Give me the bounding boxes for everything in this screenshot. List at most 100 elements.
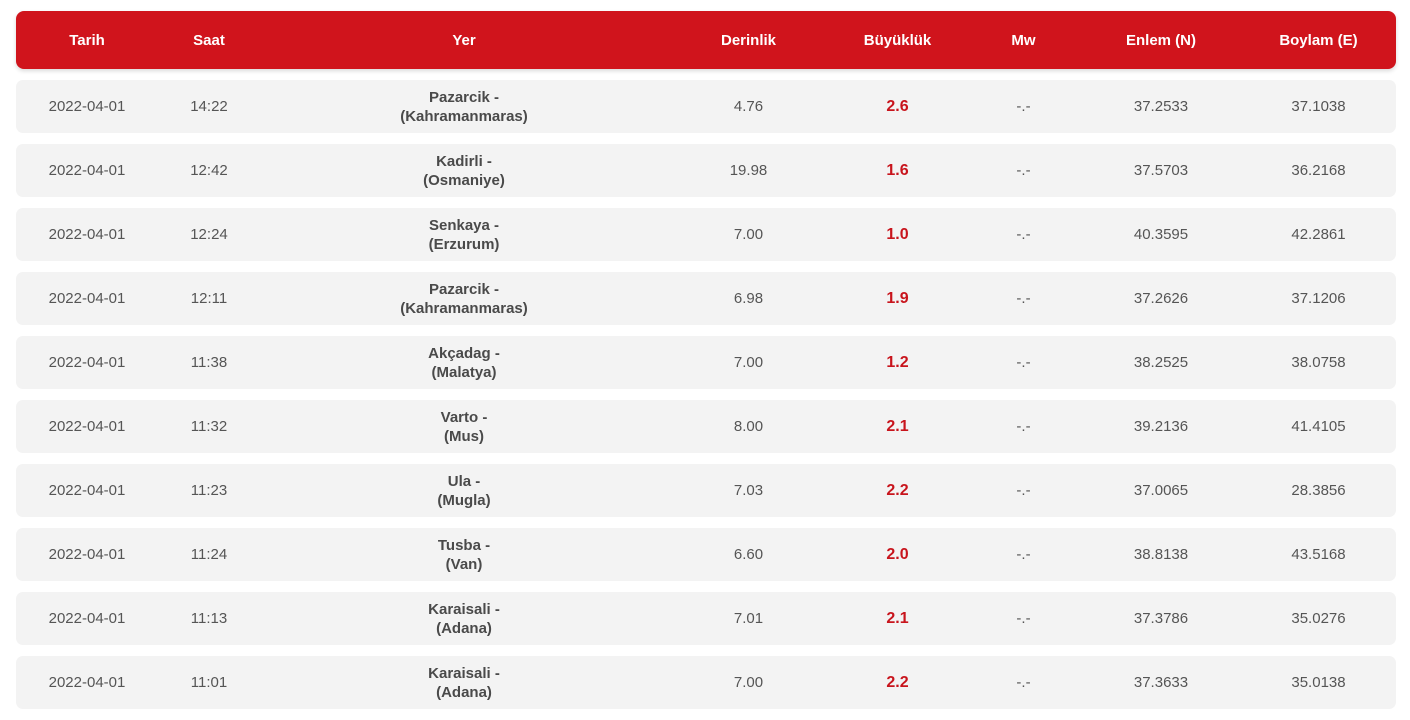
- depth-cell: 8.00: [733, 418, 764, 435]
- longitude-cell: 36.2168: [1291, 162, 1346, 179]
- place-district: Pazarcik -: [428, 88, 500, 106]
- time-cell: 12:24: [190, 226, 228, 243]
- mw-cell: -.-: [1016, 674, 1031, 691]
- depth-cell: 7.03: [733, 482, 764, 499]
- place-province: (Mugla): [437, 491, 491, 509]
- place-cell: Senkaya - (Erzurum): [260, 216, 668, 254]
- depth-cell: 4.76: [733, 98, 764, 115]
- longitude-cell: 35.0138: [1291, 674, 1346, 691]
- longitude-cell: 41.4105: [1291, 418, 1346, 435]
- time-cell: 12:11: [190, 290, 228, 307]
- place-province: (Mus): [444, 427, 484, 445]
- latitude-cell: 37.2626: [1133, 290, 1189, 307]
- table-row[interactable]: 2022-04-01 12:24 Senkaya - (Erzurum) 7.00 1.0…: [16, 208, 1396, 261]
- header-mw[interactable]: Mw: [966, 32, 1081, 49]
- date-cell: 2022-04-01: [48, 418, 126, 435]
- table-row[interactable]: 2022-04-01 12:11 Pazarcik - (Kahramanmaras)…: [16, 272, 1396, 325]
- place-province: (Malatya): [431, 363, 497, 381]
- place-province: (Van): [445, 555, 483, 573]
- time-cell: 11:01: [190, 674, 228, 691]
- place-cell: Karaisali - (Adana): [260, 600, 668, 638]
- longitude-cell: 42.2861: [1291, 226, 1346, 243]
- table-row[interactable]: 2022-04-01 11:13 Karaisali - (Adana) 7.01 2.1…: [16, 592, 1396, 645]
- header-latitude[interactable]: Enlem (N): [1081, 32, 1241, 49]
- time-cell: 12:42: [190, 162, 228, 179]
- longitude-cell: 37.1206: [1291, 290, 1346, 307]
- depth-cell: 6.60: [733, 546, 764, 563]
- table-row[interactable]: 2022-04-01 11:23 Ula - (Mugla) 7.03 2.2 -.- 37.…: [16, 464, 1396, 517]
- latitude-cell: 39.2136: [1133, 418, 1189, 435]
- place-district: Akçadag -: [428, 344, 500, 362]
- date-cell: 2022-04-01: [48, 290, 126, 307]
- mw-cell: -.-: [1016, 354, 1031, 371]
- latitude-cell: 38.8138: [1133, 546, 1189, 563]
- latitude-cell: 38.2525: [1133, 354, 1189, 371]
- depth-cell: 19.98: [729, 162, 768, 179]
- place-cell: Akçadag - (Malatya): [260, 344, 668, 382]
- mw-cell: -.-: [1016, 290, 1031, 307]
- place-province: (Adana): [436, 683, 492, 701]
- magnitude-cell: 2.6: [886, 97, 909, 115]
- depth-cell: 6.98: [733, 290, 764, 307]
- latitude-cell: 37.2533: [1133, 98, 1189, 115]
- date-cell: 2022-04-01: [48, 546, 126, 563]
- place-cell: Pazarcik - (Kahramanmaras): [260, 280, 668, 318]
- depth-cell: 7.00: [733, 674, 764, 691]
- table-header: Tarih Saat Yer Derinlik Büyüklük Mw Enle…: [16, 11, 1396, 69]
- table-row[interactable]: 2022-04-01 11:01 Karaisali - (Adana) 7.00 2.2…: [16, 656, 1396, 709]
- latitude-cell: 37.3633: [1133, 674, 1189, 691]
- time-cell: 11:38: [190, 354, 228, 371]
- place-district: Varto -: [440, 408, 488, 426]
- place-province: (Erzurum): [428, 235, 500, 253]
- header-place[interactable]: Yer: [260, 32, 668, 49]
- place-cell: Varto - (Mus): [260, 408, 668, 446]
- magnitude-cell: 2.2: [886, 481, 909, 499]
- date-cell: 2022-04-01: [48, 674, 126, 691]
- header-depth[interactable]: Derinlik: [668, 32, 829, 49]
- date-cell: 2022-04-01: [48, 226, 126, 243]
- depth-cell: 7.00: [733, 226, 764, 243]
- latitude-cell: 37.3786: [1133, 610, 1189, 627]
- time-cell: 11:32: [190, 418, 228, 435]
- time-cell: 11:13: [190, 610, 228, 627]
- magnitude-cell: 1.9: [886, 289, 909, 307]
- place-district: Karaisali -: [428, 600, 500, 618]
- place-district: Senkaya -: [428, 216, 500, 234]
- table-row[interactable]: 2022-04-01 11:38 Akçadag - (Malatya) 7.00 1.2…: [16, 336, 1396, 389]
- table-row[interactable]: 2022-04-01 14:22 Pazarcik - (Kahramanmaras)…: [16, 80, 1396, 133]
- table-row[interactable]: 2022-04-01 11:32 Varto - (Mus) 8.00 2.1 -.- 39.…: [16, 400, 1396, 453]
- magnitude-cell: 2.2: [886, 673, 909, 691]
- mw-cell: -.-: [1016, 546, 1031, 563]
- magnitude-cell: 1.6: [886, 161, 909, 179]
- depth-cell: 7.00: [733, 354, 764, 371]
- table-row[interactable]: 2022-04-01 12:42 Kadirli - (Osmaniye) 19.98 1…: [16, 144, 1396, 197]
- date-cell: 2022-04-01: [48, 98, 126, 115]
- longitude-cell: 35.0276: [1291, 610, 1346, 627]
- mw-cell: -.-: [1016, 482, 1031, 499]
- latitude-cell: 40.3595: [1133, 226, 1189, 243]
- longitude-cell: 43.5168: [1291, 546, 1346, 563]
- table-row[interactable]: 2022-04-01 11:24 Tusba - (Van) 6.60 2.0 -.- 38.…: [16, 528, 1396, 581]
- depth-cell: 7.01: [733, 610, 764, 627]
- date-cell: 2022-04-01: [48, 354, 126, 371]
- place-cell: Karaisali - (Adana): [260, 664, 668, 702]
- place-district: Karaisali -: [428, 664, 500, 682]
- longitude-cell: 37.1038: [1291, 98, 1346, 115]
- header-magnitude[interactable]: Büyüklük: [829, 32, 966, 49]
- longitude-cell: 38.0758: [1291, 354, 1346, 371]
- table-body: 2022-04-01 14:22 Pazarcik - (Kahramanmaras)…: [16, 80, 1396, 709]
- header-longitude[interactable]: Boylam (E): [1241, 32, 1396, 49]
- mw-cell: -.-: [1016, 418, 1031, 435]
- header-time[interactable]: Saat: [158, 32, 260, 49]
- place-district: Kadirli -: [436, 152, 492, 170]
- place-cell: Tusba - (Van): [260, 536, 668, 574]
- place-cell: Ula - (Mugla): [260, 472, 668, 510]
- date-cell: 2022-04-01: [48, 482, 126, 499]
- magnitude-cell: 1.0: [886, 225, 909, 243]
- place-province: (Kahramanmaras): [400, 299, 528, 317]
- mw-cell: -.-: [1016, 226, 1031, 243]
- place-district: Pazarcik -: [428, 280, 500, 298]
- place-province: (Adana): [436, 619, 492, 637]
- header-date[interactable]: Tarih: [16, 32, 158, 49]
- place-province: (Osmaniye): [423, 171, 505, 189]
